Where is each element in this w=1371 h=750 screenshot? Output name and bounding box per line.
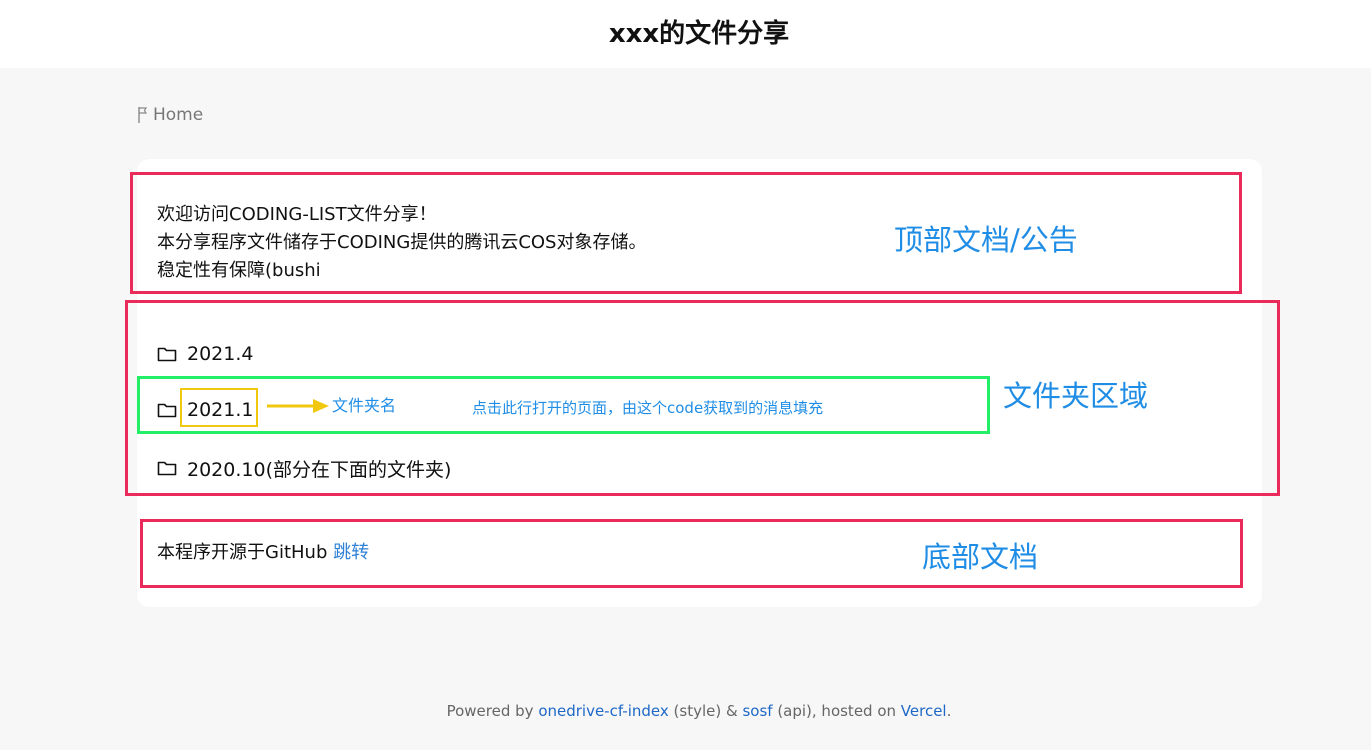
- breadcrumb-home[interactable]: Home: [153, 105, 203, 125]
- annotation-label-bottom-doc: 底部文档: [922, 540, 1039, 574]
- footer-period: .: [946, 702, 952, 720]
- flag-icon: [138, 107, 148, 123]
- footer-link-vercel[interactable]: Vercel: [901, 702, 947, 720]
- annotation-label-top-doc: 顶部文档/公告: [894, 223, 1078, 257]
- breadcrumb[interactable]: Home: [137, 103, 203, 127]
- footer: Powered by onedrive-cf-index (style) & s…: [0, 700, 1371, 722]
- footer-text-api: (api), hosted on: [772, 702, 901, 720]
- footer-link-onedrive-cf-index[interactable]: onedrive-cf-index: [538, 702, 668, 720]
- footer-powered-by: Powered by: [446, 702, 539, 720]
- annotation-label-click-note: 点击此行打开的页面，由这个code获取到的消息填充: [472, 399, 824, 417]
- annotation-box-folder-name: [180, 388, 258, 427]
- arrow-right-icon: [267, 399, 329, 413]
- annotation-label-folder-name: 文件夹名: [332, 396, 397, 415]
- annotation-box-bottom-doc: [140, 519, 1243, 588]
- footer-text-style: (style) &: [668, 702, 743, 720]
- footer-link-sosf[interactable]: sosf: [742, 702, 772, 720]
- annotation-label-folder-area: 文件夹区域: [1003, 379, 1149, 413]
- top-bar: xxx的文件分享: [0, 0, 1371, 68]
- site-title: xxx的文件分享: [608, 19, 790, 49]
